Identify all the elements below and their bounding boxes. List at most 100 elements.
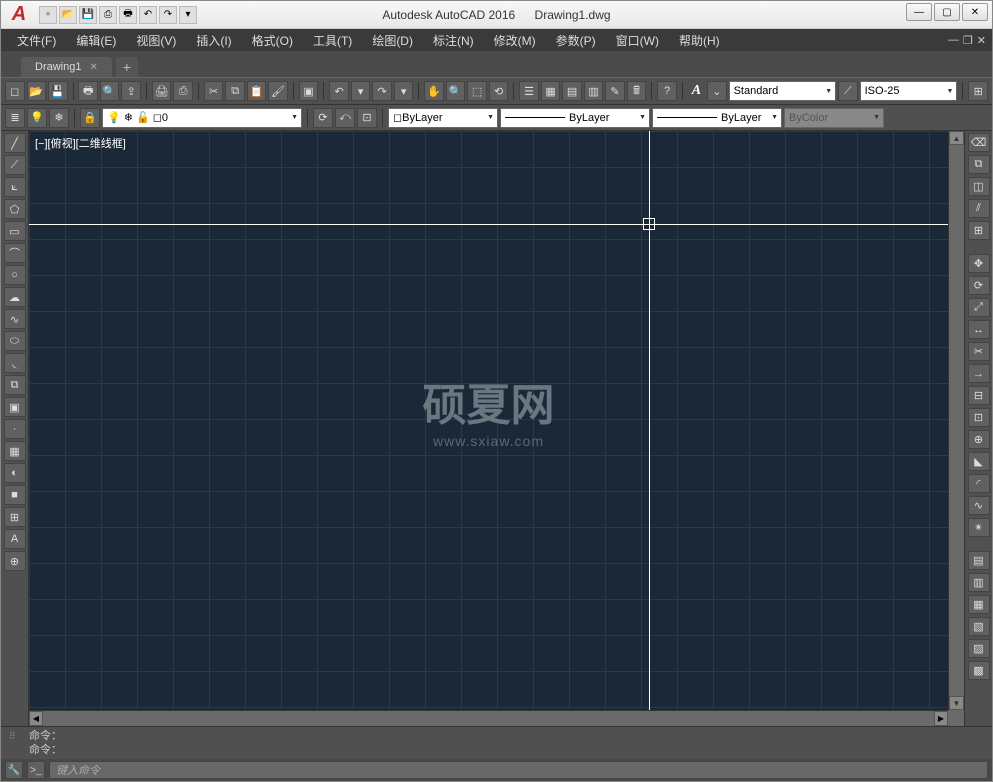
qat-saveas-icon[interactable]: ⎙ bbox=[99, 6, 117, 24]
mtext-icon[interactable]: A bbox=[4, 529, 26, 549]
polyline-icon[interactable]: ⟀ bbox=[4, 177, 26, 197]
qat-open-icon[interactable]: 📂 bbox=[59, 6, 77, 24]
document-tab[interactable]: Drawing1 ✕ bbox=[21, 57, 112, 77]
close-button[interactable]: ✕ bbox=[962, 3, 988, 21]
menu-insert[interactable]: 插入(I) bbox=[186, 32, 241, 49]
doc-restore-icon[interactable]: ❐ bbox=[963, 34, 973, 47]
mirror-icon[interactable]: ◫ bbox=[968, 177, 990, 196]
sheet-set-icon[interactable]: ▥ bbox=[584, 81, 604, 101]
qat-save-icon[interactable]: 💾 bbox=[79, 6, 97, 24]
help-icon[interactable]: ? bbox=[657, 81, 677, 101]
tool-palette-icon[interactable]: ▤ bbox=[562, 81, 582, 101]
properties-icon[interactable]: ☰ bbox=[519, 81, 539, 101]
draworder-above-icon[interactable]: ▦ bbox=[968, 595, 990, 614]
zoom-prev-icon[interactable]: ⟲ bbox=[489, 81, 509, 101]
ellipse-arc-icon[interactable]: ◟ bbox=[4, 353, 26, 373]
pan-icon[interactable]: ✋ bbox=[424, 81, 444, 101]
minimize-button[interactable]: — bbox=[906, 3, 932, 21]
cut-icon[interactable]: ✂ bbox=[204, 81, 224, 101]
layer-freeze-icon[interactable]: ❄ bbox=[49, 108, 69, 128]
markup-icon[interactable]: ✎ bbox=[605, 81, 625, 101]
xline-icon[interactable]: ⟋ bbox=[4, 155, 26, 175]
plotstyle-dropdown[interactable]: ByColor bbox=[784, 108, 884, 128]
text-front-icon[interactable]: ▩ bbox=[968, 661, 990, 680]
command-input[interactable]: 键入命令 bbox=[49, 761, 988, 779]
calc-icon[interactable]: 🖩 bbox=[627, 81, 647, 101]
circle-icon[interactable]: ○ bbox=[4, 265, 26, 285]
ellipse-icon[interactable]: ⬭ bbox=[4, 331, 26, 351]
tab-add-button[interactable]: + bbox=[116, 57, 138, 77]
customize-icon[interactable]: 🔧 bbox=[5, 761, 23, 779]
extend-icon[interactable]: → bbox=[968, 364, 990, 383]
hatch-icon[interactable]: ▦ bbox=[4, 441, 26, 461]
layer-iso-icon[interactable]: ⊡ bbox=[357, 108, 377, 128]
menu-modify[interactable]: 修改(M) bbox=[484, 32, 546, 49]
maximize-button[interactable]: ▢ bbox=[934, 3, 960, 21]
doc-minimize-icon[interactable]: — bbox=[948, 34, 959, 47]
qat-dropdown-icon[interactable]: ▾ bbox=[179, 6, 197, 24]
dim-style-icon[interactable]: ⟋ bbox=[838, 81, 858, 101]
arc-icon[interactable]: ⌒ bbox=[4, 243, 26, 263]
save-icon[interactable]: 💾 bbox=[48, 81, 68, 101]
menu-tools[interactable]: 工具(T) bbox=[303, 32, 362, 49]
menu-file[interactable]: 文件(F) bbox=[7, 32, 66, 49]
table-icon[interactable]: ⊞ bbox=[4, 507, 26, 527]
layer-prev-icon[interactable]: ⤺ bbox=[335, 108, 355, 128]
zoom-win-icon[interactable]: ⬚ bbox=[467, 81, 487, 101]
linetype-dropdown[interactable]: ByLayer bbox=[500, 108, 650, 128]
drawing-canvas[interactable]: [−][俯视][二维线框] 硕夏网 www.sxiaw.com bbox=[29, 131, 948, 710]
block-editor-icon[interactable]: ▣ bbox=[299, 81, 319, 101]
layer-dropdown[interactable]: 💡 ❄ 🔓 ◻ 0 bbox=[102, 108, 302, 128]
join-icon[interactable]: ⊕ bbox=[968, 430, 990, 449]
trim-icon[interactable]: ✂ bbox=[968, 342, 990, 361]
menu-dimension[interactable]: 标注(N) bbox=[423, 32, 484, 49]
draworder-back-icon[interactable]: ▥ bbox=[968, 573, 990, 592]
copy-icon[interactable]: ⧉ bbox=[225, 81, 245, 101]
menu-parametric[interactable]: 参数(P) bbox=[546, 32, 606, 49]
dim-style-dropdown[interactable]: ISO-25 bbox=[860, 81, 958, 101]
cmd-handle-icon[interactable]: ⠿ bbox=[9, 729, 29, 757]
menu-window[interactable]: 窗口(W) bbox=[606, 32, 669, 49]
stretch-icon[interactable]: ↔ bbox=[968, 320, 990, 339]
lineweight-dropdown[interactable]: ByLayer bbox=[652, 108, 782, 128]
menu-format[interactable]: 格式(O) bbox=[242, 32, 303, 49]
rotate-icon[interactable]: ⟳ bbox=[968, 276, 990, 295]
cmd-prompt-icon[interactable]: >_ bbox=[27, 761, 45, 779]
region-icon[interactable]: ■ bbox=[4, 485, 26, 505]
color-dropdown[interactable]: ◻ ByLayer bbox=[388, 108, 498, 128]
plot-icon[interactable]: 🖶 bbox=[78, 81, 98, 101]
layer-on-icon[interactable]: 💡 bbox=[27, 108, 47, 128]
offset-icon[interactable]: ⫽ bbox=[968, 199, 990, 218]
addselect-icon[interactable]: ⊕ bbox=[4, 551, 26, 571]
draworder-icon[interactable]: ▤ bbox=[968, 551, 990, 570]
layer-manager-icon[interactable]: ≣ bbox=[5, 108, 25, 128]
chamfer-icon[interactable]: ◣ bbox=[968, 452, 990, 471]
table-style-icon[interactable]: ⊞ bbox=[968, 81, 988, 101]
qat-redo-icon[interactable]: ↷ bbox=[159, 6, 177, 24]
qat-new-icon[interactable]: ▫ bbox=[39, 6, 57, 24]
vertical-scrollbar[interactable]: ▲ ▼ bbox=[948, 131, 964, 710]
gradient-icon[interactable]: ◐ bbox=[4, 463, 26, 483]
make-block-icon[interactable]: ▣ bbox=[4, 397, 26, 417]
batch-plot-icon[interactable]: ⎙ bbox=[173, 81, 193, 101]
tab-close-icon[interactable]: ✕ bbox=[89, 62, 97, 73]
draworder-under-icon[interactable]: ▧ bbox=[968, 617, 990, 636]
viewport-controls[interactable]: [−][俯视][二维线框] bbox=[35, 135, 126, 151]
publish-icon[interactable]: ⇪ bbox=[121, 81, 141, 101]
text-style-btn-icon[interactable]: ⌄ bbox=[707, 81, 727, 101]
spline-icon[interactable]: ∿ bbox=[4, 309, 26, 329]
blend-icon[interactable]: ∿ bbox=[968, 496, 990, 515]
scroll-right-icon[interactable]: ▶ bbox=[934, 711, 948, 726]
horizontal-scrollbar[interactable]: ◀ ▶ bbox=[29, 710, 948, 726]
menu-view[interactable]: 视图(V) bbox=[126, 32, 186, 49]
move-icon[interactable]: ✥ bbox=[968, 254, 990, 273]
layer-state-icon[interactable]: ⟳ bbox=[313, 108, 333, 128]
break-point-icon[interactable]: ⊟ bbox=[968, 386, 990, 405]
scale-icon[interactable]: ⤢ bbox=[968, 298, 990, 317]
paste-icon[interactable]: 📋 bbox=[247, 81, 267, 101]
copy-obj-icon[interactable]: ⧉ bbox=[968, 155, 990, 174]
menu-help[interactable]: 帮助(H) bbox=[669, 32, 730, 49]
erase-icon[interactable]: ⌫ bbox=[968, 133, 990, 152]
qat-print-icon[interactable]: 🖶 bbox=[119, 6, 137, 24]
insert-block-icon[interactable]: ⧉ bbox=[4, 375, 26, 395]
